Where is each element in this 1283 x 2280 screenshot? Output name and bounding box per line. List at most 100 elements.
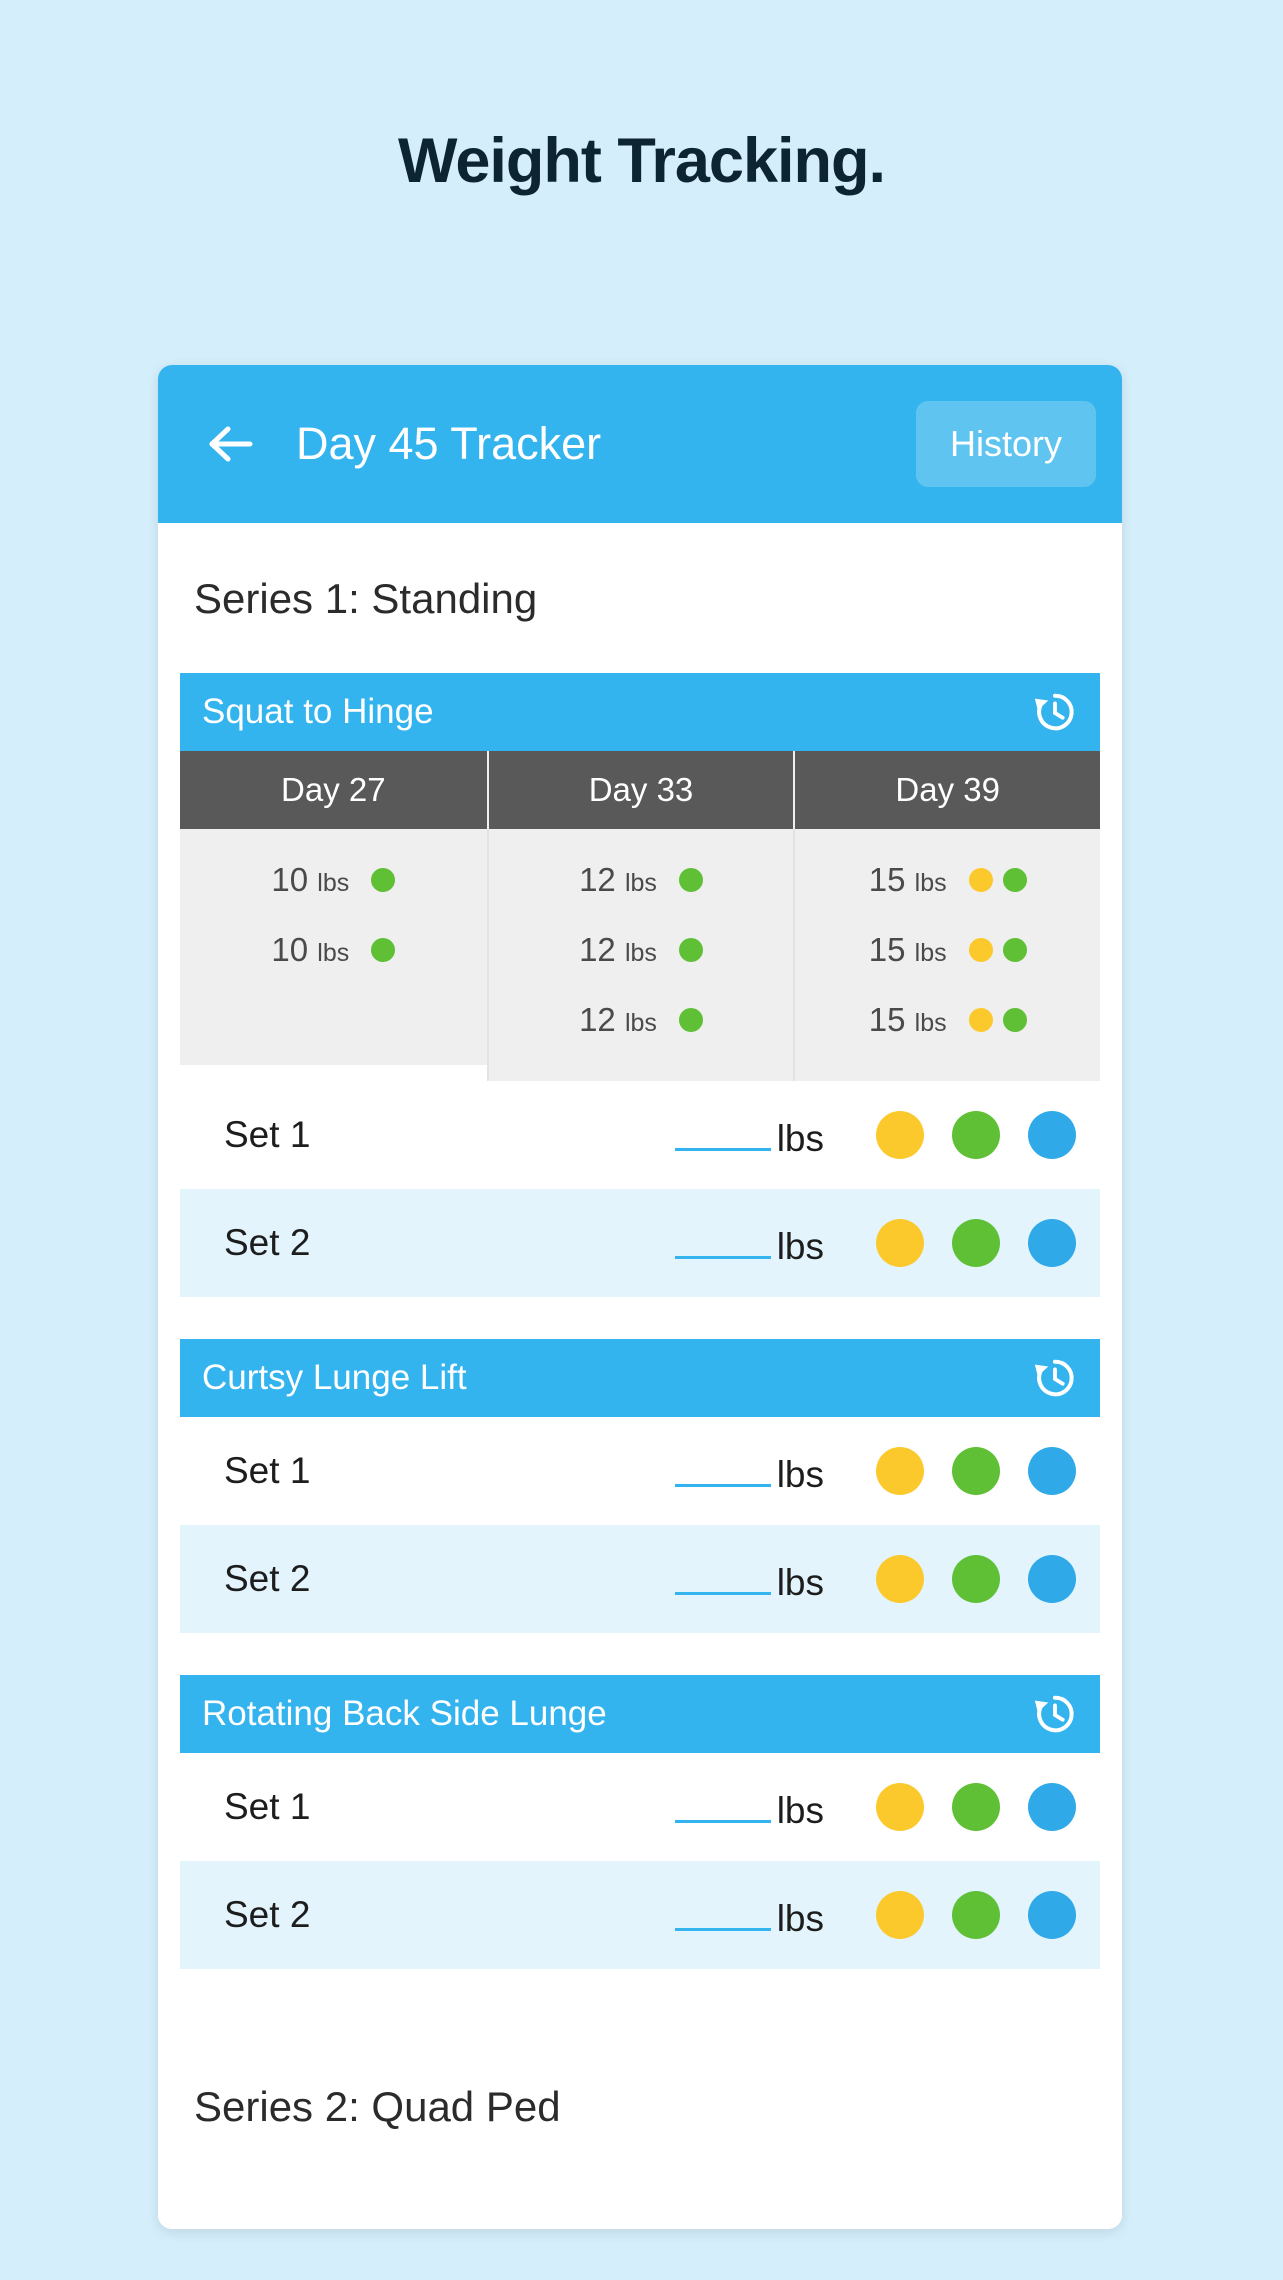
history-weight-value: 12 — [579, 931, 616, 968]
history-weight-unit: lbs — [914, 1009, 947, 1037]
status-dot — [1002, 1008, 1027, 1032]
history-table: Day 27 10 lbs 10 lbs Day 33 12 lbs 12 lbs 12 l… — [180, 751, 1101, 1081]
history-status-dots — [669, 938, 703, 962]
exercise-block: Curtsy Lunge Lift — [180, 1339, 1100, 1417]
history-status-dots — [959, 868, 1027, 892]
history-weight: 15 lbs — [869, 861, 947, 899]
page-title: Weight Tracking. — [398, 126, 886, 196]
weight-entry: lbs — [674, 1783, 824, 1832]
history-cell-stack: 12 lbs 12 lbs 12 lbs — [486, 829, 794, 1081]
rating-dot[interactable] — [876, 1111, 924, 1159]
rating-dot[interactable] — [1028, 1555, 1076, 1603]
history-clock-icon[interactable] — [1032, 1691, 1078, 1737]
exercise-block: Rotating Back Side Lunge — [180, 1675, 1100, 1753]
history-weight: 12 lbs — [579, 931, 657, 969]
history-column-header: Day 39 — [793, 751, 1101, 829]
set-label: Set 1 — [224, 1114, 311, 1155]
exercise-gap — [158, 1969, 1122, 2011]
series-label-2: Series 2: Quad Ped — [194, 2083, 561, 2130]
set-row: Set 2 lbs — [180, 1189, 1100, 1297]
status-dot — [1002, 868, 1027, 892]
history-weight: 10 lbs — [271, 931, 349, 969]
history-entry: 12 lbs — [489, 985, 794, 1055]
rating-dot[interactable] — [876, 1783, 924, 1831]
weight-input[interactable] — [674, 1783, 771, 1823]
history-status-dots — [959, 938, 1027, 962]
history-weight-unit: lbs — [624, 939, 657, 967]
status-dot — [1002, 938, 1027, 962]
history-weight-unit: lbs — [624, 869, 657, 897]
rating-dot[interactable] — [876, 1447, 924, 1495]
rating-dot[interactable] — [952, 1111, 1000, 1159]
set-row: Set 1 lbs — [180, 1081, 1100, 1189]
set-row: Set 1 lbs — [180, 1753, 1100, 1861]
status-dot — [371, 938, 396, 962]
history-column-header: Day 33 — [486, 751, 794, 829]
exercise-header: Squat to Hinge — [180, 673, 1100, 751]
weight-unit-label: lbs — [776, 1789, 824, 1831]
rating-dot[interactable] — [952, 1783, 1000, 1831]
rating-dot[interactable] — [952, 1891, 1000, 1939]
history-status-dots — [669, 1008, 703, 1032]
weight-input[interactable] — [674, 1219, 771, 1259]
history-clock-icon[interactable] — [1032, 1355, 1078, 1401]
set-row: Set 2 lbs — [180, 1861, 1100, 1969]
history-weight-unit: lbs — [914, 869, 947, 897]
history-button[interactable]: History — [915, 401, 1096, 487]
weight-input[interactable] — [674, 1555, 771, 1595]
history-weight-value: 12 — [579, 861, 616, 898]
weight-input[interactable] — [674, 1111, 771, 1151]
exercise-title: Squat to Hinge — [202, 692, 434, 731]
history-status-dots — [361, 938, 396, 962]
history-weight: 12 lbs — [579, 861, 657, 899]
history-weight-value: 10 — [271, 931, 309, 968]
set-rating-dots — [848, 1447, 1076, 1495]
history-column: Day 27 10 lbs 10 lbs — [180, 751, 487, 1081]
history-status-dots — [959, 1008, 1027, 1032]
rating-dot[interactable] — [952, 1447, 1000, 1495]
status-dot — [968, 938, 993, 962]
history-weight-unit: lbs — [317, 939, 350, 967]
exercise-title: Curtsy Lunge Lift — [202, 1358, 467, 1397]
status-dot — [371, 868, 396, 892]
history-weight-value: 15 — [868, 931, 906, 968]
set-label: Set 2 — [224, 1558, 311, 1599]
weight-entry: lbs — [674, 1219, 824, 1268]
set-rating-dots — [848, 1555, 1076, 1603]
rating-dot[interactable] — [1028, 1219, 1076, 1267]
set-rating-dots — [848, 1891, 1076, 1939]
arrow-left-icon[interactable] — [206, 423, 258, 465]
status-dot — [678, 868, 703, 892]
rating-dot[interactable] — [1028, 1783, 1076, 1831]
rating-dot[interactable] — [1028, 1447, 1076, 1495]
card-body: Series 1: Standing Squat to Hinge Day 27 1… — [158, 523, 1122, 2229]
rating-dot[interactable] — [876, 1219, 924, 1267]
exercise-block: Squat to Hinge Day 27 10 lbs 10 lbs Day 33 12… — [180, 673, 1101, 1081]
exercise-header: Curtsy Lunge Lift — [180, 1339, 1100, 1417]
history-weight-value: 12 — [579, 1001, 616, 1038]
rating-dot[interactable] — [1028, 1111, 1076, 1159]
rating-dot[interactable] — [952, 1219, 1000, 1267]
history-weight-value: 10 — [271, 861, 309, 898]
weight-unit-label: lbs — [776, 1225, 824, 1267]
set-label: Set 2 — [224, 1894, 311, 1935]
weight-input[interactable] — [674, 1891, 771, 1931]
history-weight: 15 lbs — [869, 1001, 947, 1039]
weight-entry: lbs — [674, 1111, 824, 1160]
weight-unit-label: lbs — [776, 1561, 824, 1603]
rating-dot[interactable] — [876, 1891, 924, 1939]
status-dot — [968, 1008, 993, 1032]
history-weight-value: 15 — [868, 1001, 906, 1038]
rating-dot[interactable] — [1028, 1891, 1076, 1939]
history-clock-icon[interactable] — [1032, 689, 1078, 735]
set-label: Set 2 — [224, 1222, 311, 1263]
history-entry: 15 lbs — [795, 915, 1100, 985]
weight-unit-label: lbs — [776, 1453, 824, 1495]
history-weight: 12 lbs — [579, 1001, 657, 1039]
exercise-header: Rotating Back Side Lunge — [180, 1675, 1100, 1753]
rating-dot[interactable] — [952, 1555, 1000, 1603]
exercise-gap — [158, 1297, 1122, 1339]
weight-input[interactable] — [674, 1447, 771, 1487]
rating-dot[interactable] — [876, 1555, 924, 1603]
status-dot — [678, 938, 703, 962]
